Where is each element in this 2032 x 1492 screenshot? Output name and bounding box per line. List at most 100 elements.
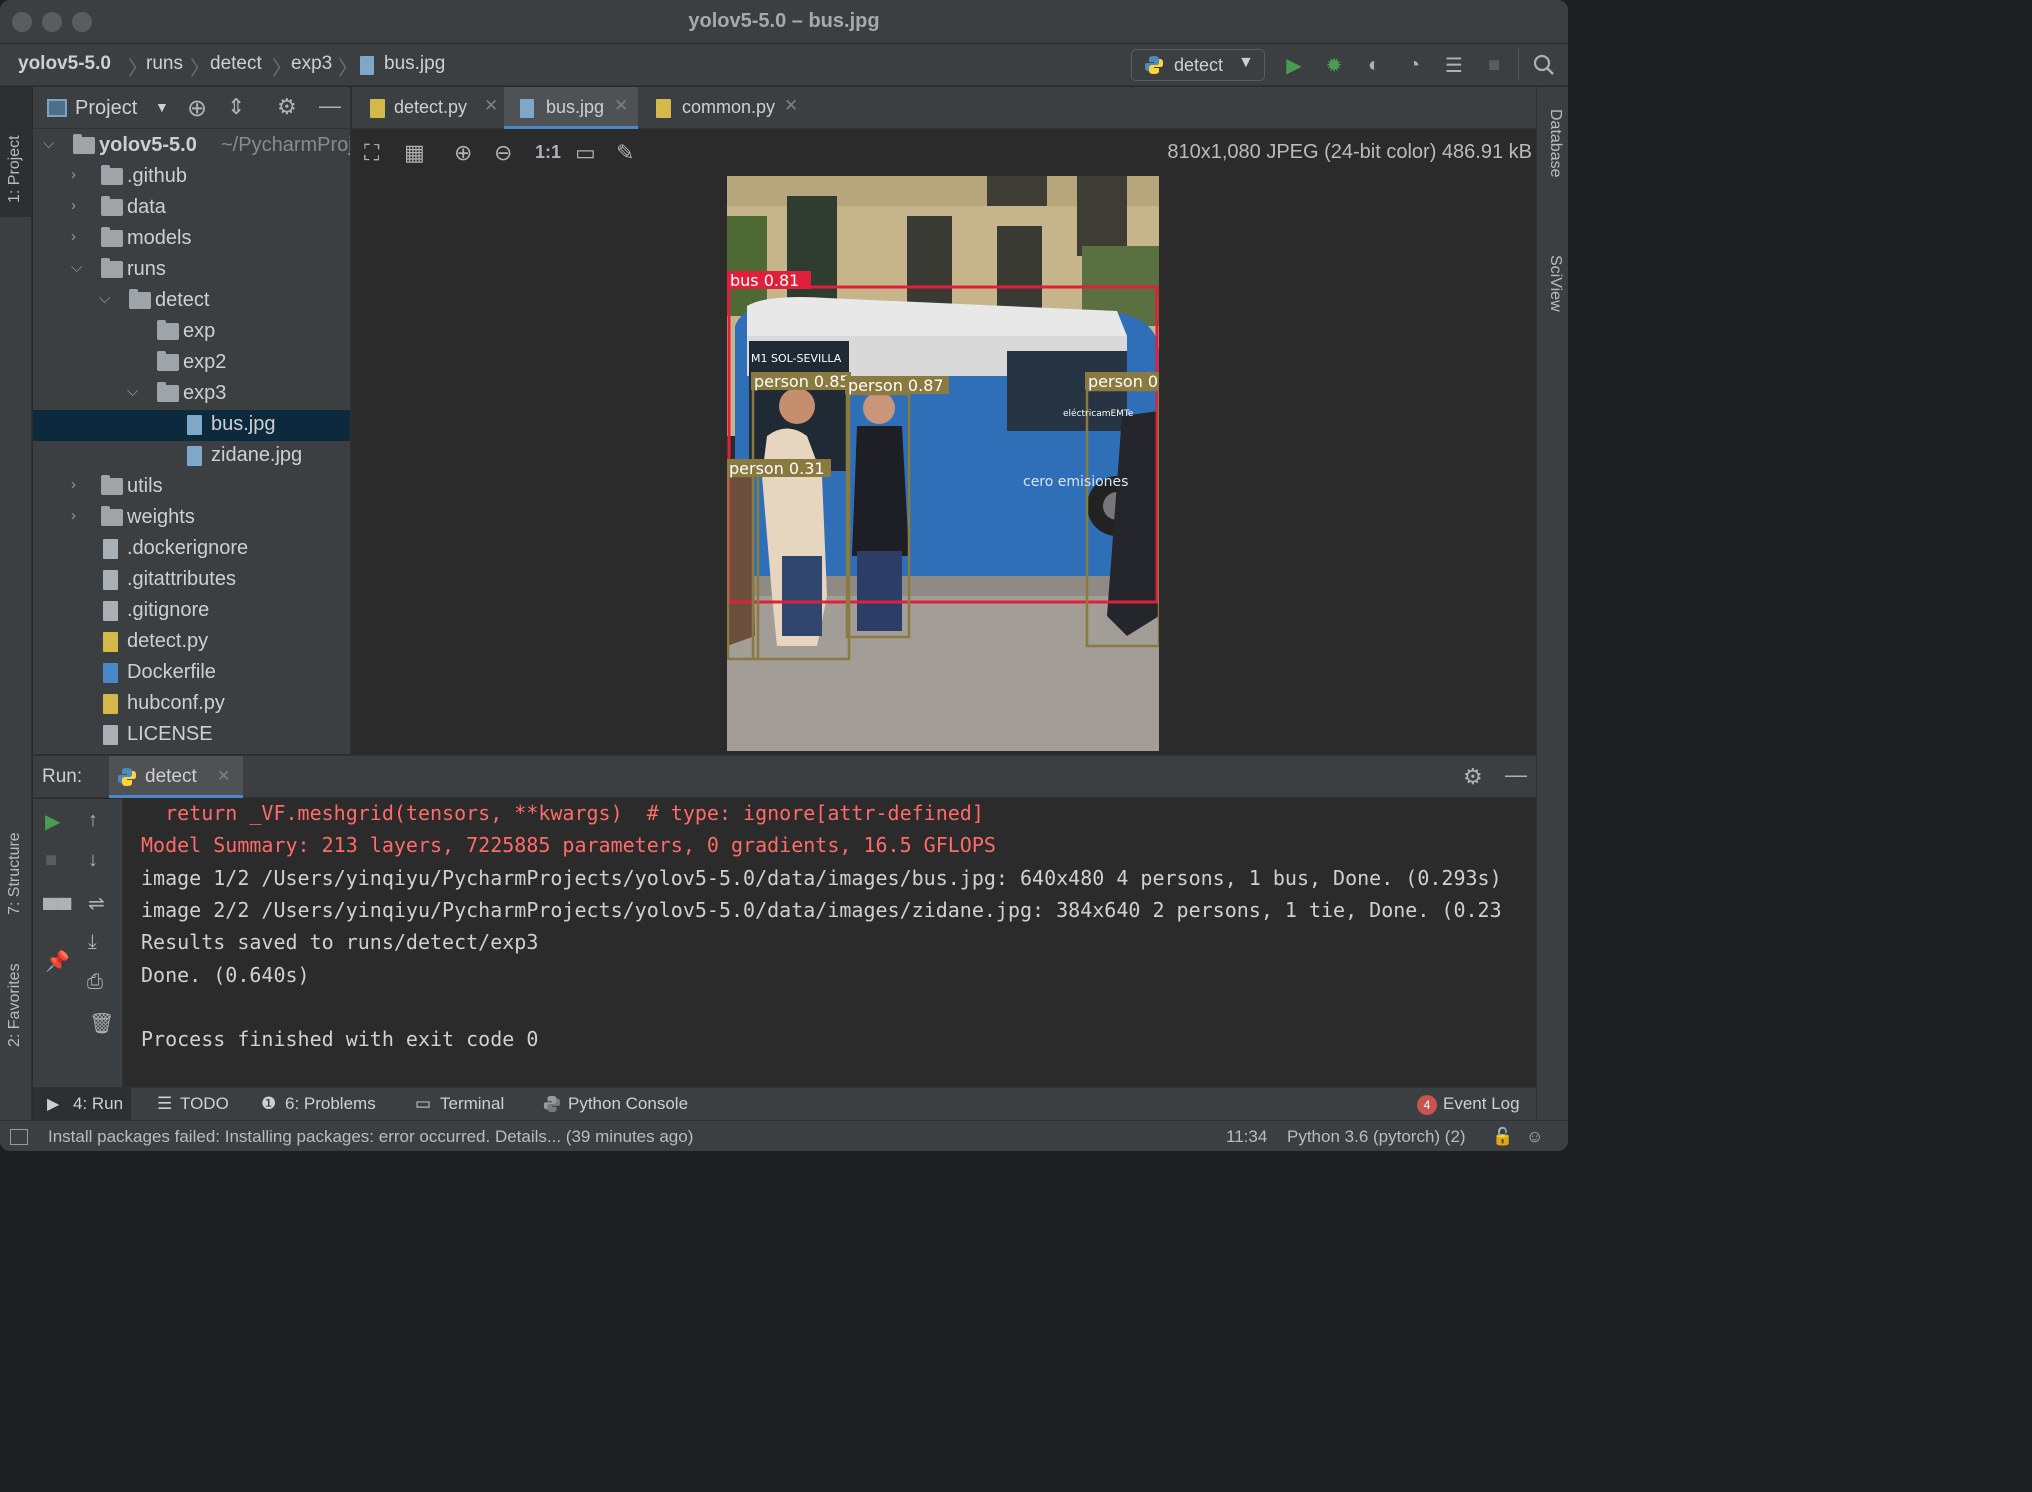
chevron-down-icon: ⌵ <box>43 135 55 152</box>
tree-item[interactable]: exp <box>33 317 350 348</box>
project-tool-tab[interactable]: 1: Project <box>0 87 32 217</box>
tree-item[interactable]: ⌵ detect <box>33 286 350 317</box>
zoom-out-icon[interactable]: ⊖ <box>494 140 512 166</box>
python-file-icon <box>370 99 385 118</box>
tool-tab-python-console[interactable]: Python Console <box>568 1094 688 1114</box>
chevron-down-icon[interactable]: ▼ <box>155 99 169 115</box>
stop-icon[interactable]: ■ <box>45 849 57 872</box>
project-view-selector[interactable]: Project <box>75 97 137 120</box>
tab-bus-jpg[interactable]: bus.jpg ✕ <box>504 87 638 129</box>
tab-detect-py[interactable]: detect.py ✕ <box>358 87 498 129</box>
hide-panel-icon[interactable]: — <box>319 93 341 119</box>
breadcrumb-separator: 〉 <box>272 58 292 80</box>
rerun-icon[interactable]: ▶ <box>45 809 60 834</box>
caret-position[interactable]: 11:34 <box>1226 1127 1267 1147</box>
tree-item[interactable]: .gitattributes <box>33 565 350 596</box>
arrow-up-icon[interactable]: ↑ <box>88 809 98 832</box>
tree-item-path: ~/PycharmProjects/yolov5-5.0 <box>221 134 351 156</box>
debug-icon[interactable]: ✹ <box>1322 53 1346 77</box>
search-icon[interactable] <box>1532 53 1556 77</box>
lock-icon[interactable]: 🔓 <box>1492 1127 1513 1147</box>
tree-item-label: Dockerfile <box>127 661 216 683</box>
breadcrumb-exp3[interactable]: exp3 <box>291 53 332 75</box>
close-icon[interactable]: ✕ <box>784 96 798 116</box>
collapse-all-icon[interactable]: ⇕ <box>227 94 245 120</box>
tree-item[interactable]: › .github <box>33 162 350 193</box>
fit-zoom-icon[interactable]: ⛶ <box>364 140 379 166</box>
close-icon[interactable]: ✕ <box>484 96 498 116</box>
tree-item[interactable]: .dockerignore <box>33 534 350 565</box>
tool-window-bar: ▶ 4: Run ☰ TODO ❶ 6: Problems ▭ Terminal… <box>33 1087 1536 1121</box>
tool-tab-problems[interactable]: 6: Problems <box>285 1094 376 1114</box>
console-output[interactable]: return _VF.meshgrid(tensors, **kwargs) #… <box>123 799 1536 1088</box>
run-icon[interactable]: ▶ <box>1282 53 1306 77</box>
tree-item[interactable]: exp2 <box>33 348 350 379</box>
trash-icon[interactable]: 🗑 <box>89 1011 114 1036</box>
tool-tab-run[interactable]: ▶ 4: Run <box>33 1088 131 1121</box>
status-message[interactable]: Install packages failed: Installing pack… <box>48 1127 693 1147</box>
soft-wrap-icon[interactable]: ⇌ <box>88 891 105 916</box>
folder-icon <box>129 289 151 309</box>
toggle-tool-windows-icon[interactable] <box>10 1129 28 1145</box>
zoom-in-icon[interactable]: ⊕ <box>454 140 472 166</box>
tree-item[interactable]: › models <box>33 224 350 255</box>
fit-window-icon[interactable]: ▭ <box>575 140 596 166</box>
event-log-button[interactable]: 4 Event Log <box>1417 1094 1520 1115</box>
tree-item[interactable]: .gitignore <box>33 596 350 627</box>
breadcrumb-project[interactable]: yolov5-5.0 <box>18 53 111 75</box>
bus-brand-text: cero emisiones <box>1023 474 1128 490</box>
color-picker-icon[interactable]: ✎ <box>616 140 634 166</box>
project-tool-label: 1: Project <box>6 135 23 203</box>
tree-item[interactable]: zidane.jpg <box>33 441 350 472</box>
tree-item[interactable]: › utils <box>33 472 350 503</box>
chevron-right-icon: › <box>71 166 76 183</box>
tree-item-label: .gitignore <box>127 599 210 621</box>
run-tab-detect[interactable]: detect ✕ <box>109 756 243 798</box>
tree-item[interactable]: Dockerfile <box>33 658 350 689</box>
run-concurrency-icon[interactable]: ☰ <box>1442 53 1466 77</box>
tree-item-selected[interactable]: bus.jpg <box>33 410 350 441</box>
close-icon[interactable]: ✕ <box>614 96 628 116</box>
arrow-down-icon[interactable]: ↓ <box>88 849 98 872</box>
tool-tab-terminal[interactable]: Terminal <box>440 1094 504 1114</box>
scroll-to-end-icon[interactable]: ⤓ <box>88 931 97 954</box>
tree-item[interactable]: detect.py <box>33 627 350 658</box>
close-icon[interactable]: ✕ <box>217 766 230 786</box>
favorites-tool-tab[interactable]: 2: Favorites <box>6 963 24 1047</box>
tree-item-label: exp <box>183 320 216 342</box>
hide-panel-icon[interactable]: — <box>1505 762 1527 788</box>
actual-size-button[interactable]: 1:1 <box>535 142 561 163</box>
profile-icon[interactable]: ◔ <box>1402 53 1426 77</box>
tree-item-label: utils <box>127 475 163 497</box>
structure-tool-tab[interactable]: 7: Structure <box>6 832 24 915</box>
sciview-tool-tab[interactable]: SciView <box>1546 255 1564 312</box>
grid-icon[interactable]: ▦ <box>404 140 425 166</box>
tree-item-root[interactable]: ⌵ yolov5-5.0 ~/PycharmProjects/yolov5-5.… <box>33 131 351 162</box>
stop-icon[interactable]: ■ <box>1482 53 1506 77</box>
gear-icon[interactable]: ⚙ <box>277 94 297 120</box>
tree-item[interactable]: ⌵ runs <box>33 255 350 286</box>
breadcrumb-detect[interactable]: detect <box>210 53 262 75</box>
editor-area: detect.py ✕ bus.jpg ✕ common.py ✕ ⛶ ▦ ⊕ … <box>352 87 1536 754</box>
print-icon[interactable]: ⎙ <box>87 971 103 994</box>
tree-item[interactable]: ⌵ exp3 <box>33 379 350 410</box>
tree-item[interactable]: › weights <box>33 503 350 534</box>
tree-item[interactable]: hubconf.py <box>33 689 350 720</box>
tree-item[interactable]: › data <box>33 193 350 224</box>
layout-icon[interactable]: ▀▀ <box>43 899 71 922</box>
gear-icon[interactable]: ⚙ <box>1463 764 1483 790</box>
inspector-icon[interactable]: ☺ <box>1526 1127 1543 1147</box>
breadcrumb-file[interactable]: bus.jpg <box>384 53 445 75</box>
tree-item[interactable]: LICENSE <box>33 720 350 751</box>
tree-item-label: bus.jpg <box>211 413 276 435</box>
tool-tab-todo[interactable]: TODO <box>180 1094 229 1114</box>
coverage-icon[interactable]: ◐ <box>1362 53 1386 77</box>
python-console-icon <box>543 1095 561 1113</box>
interpreter-selector[interactable]: Python 3.6 (pytorch) (2) <box>1287 1127 1466 1147</box>
tab-common-py[interactable]: common.py ✕ <box>650 87 806 129</box>
run-configuration-dropdown[interactable]: detect ▼ <box>1131 49 1265 81</box>
locate-file-icon[interactable]: ⊕ <box>187 94 207 123</box>
database-tool-tab[interactable]: Database <box>1546 109 1564 178</box>
breadcrumb-runs[interactable]: runs <box>146 53 183 75</box>
pin-icon[interactable]: 📌 <box>45 949 70 974</box>
